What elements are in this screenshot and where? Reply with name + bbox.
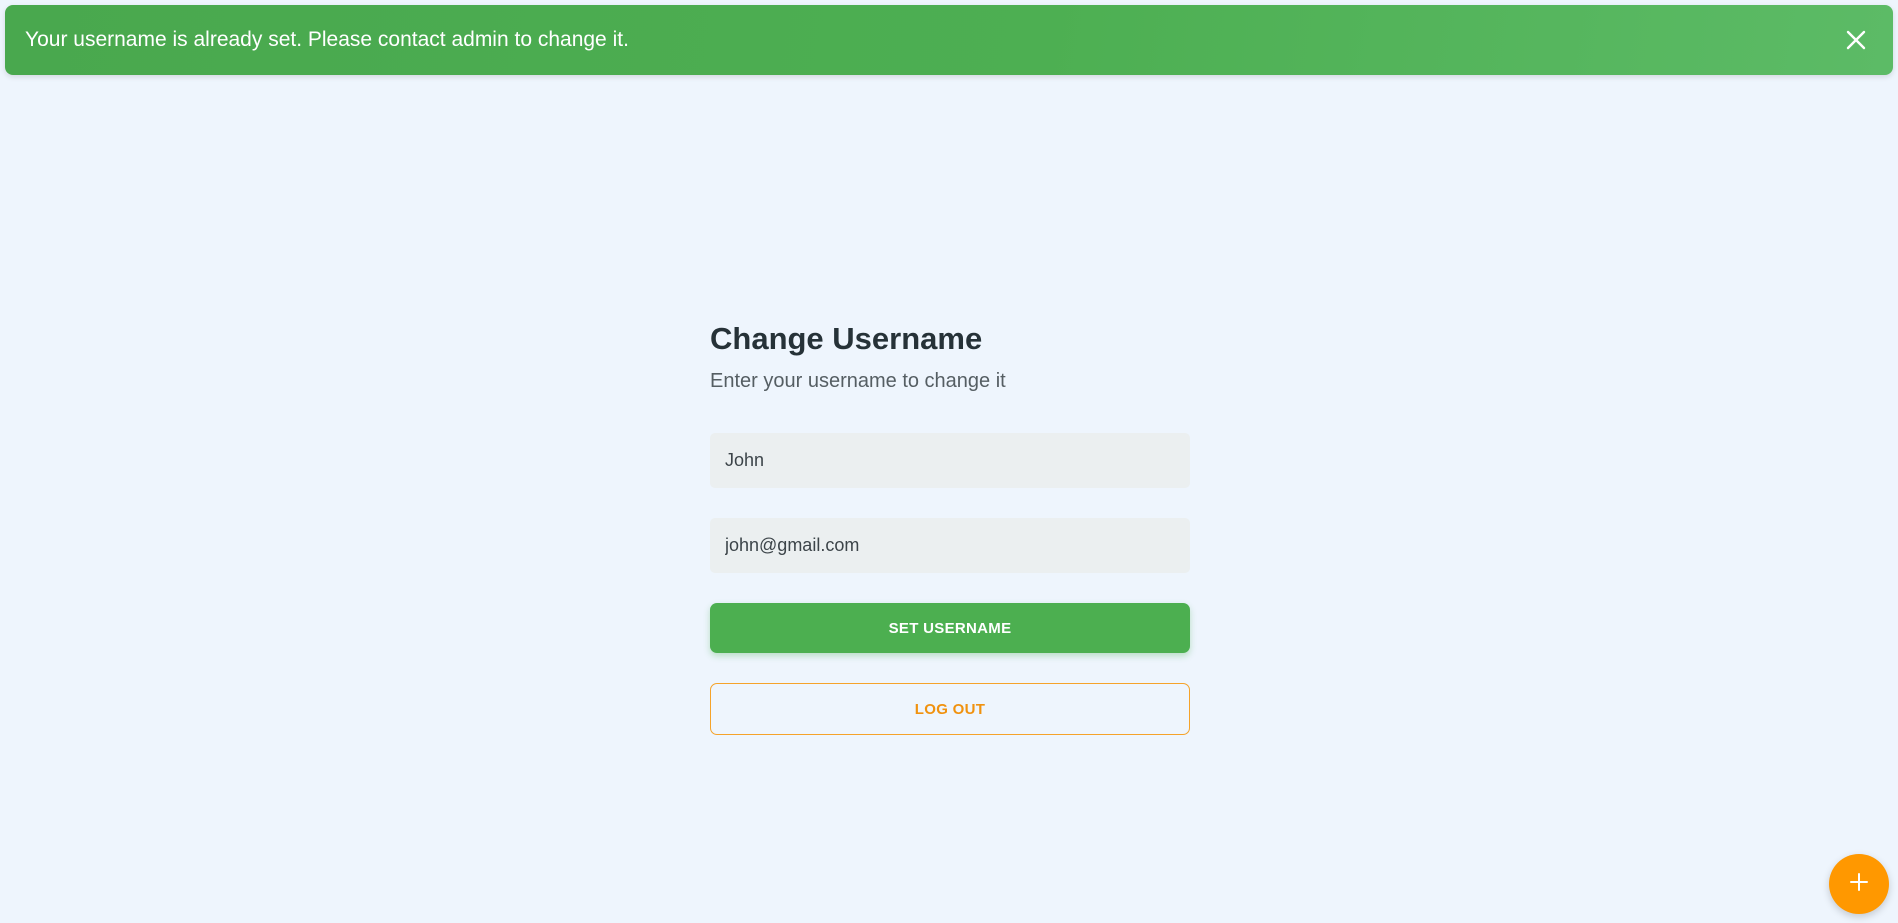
- username-input[interactable]: [710, 433, 1190, 489]
- notification-banner: Your username is already set. Please con…: [5, 5, 1893, 75]
- close-icon[interactable]: [1841, 25, 1871, 55]
- plus-icon: [1848, 871, 1870, 898]
- notification-message: Your username is already set. Please con…: [25, 28, 629, 51]
- change-username-form: Change Username Enter your username to c…: [710, 321, 1190, 736]
- page-title: Change Username: [710, 321, 983, 356]
- email-input[interactable]: [710, 518, 1190, 574]
- floating-action-button[interactable]: [1829, 854, 1889, 914]
- set-username-button[interactable]: SET USERNAME: [710, 603, 1190, 654]
- logout-button[interactable]: LOG OUT: [710, 683, 1190, 736]
- page-subtitle: Enter your username to change it: [710, 370, 1006, 393]
